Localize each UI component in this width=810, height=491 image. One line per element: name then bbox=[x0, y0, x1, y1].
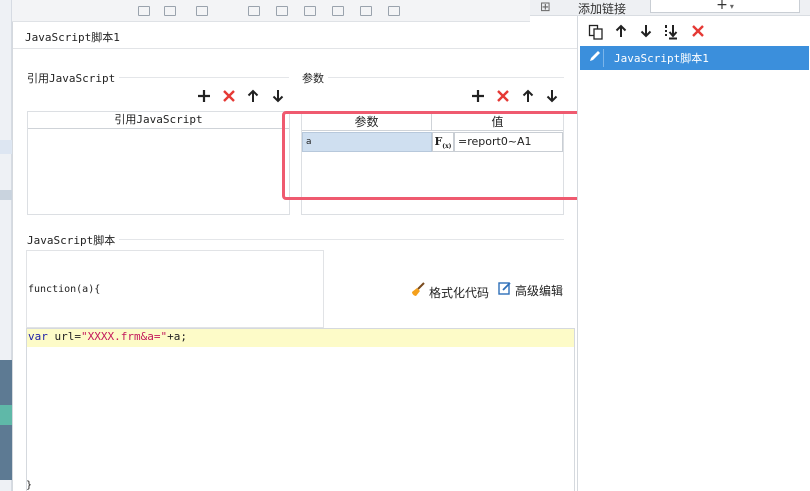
move-to-bottom-button[interactable] bbox=[663, 24, 679, 40]
script-section-label: JavaScript脚本 bbox=[27, 232, 120, 248]
move-reference-down-button[interactable] bbox=[270, 89, 286, 105]
code-tail: +a; bbox=[167, 330, 187, 343]
script-list-item-label: JavaScript脚本1 bbox=[614, 52, 709, 65]
arrow-down-icon bbox=[546, 90, 558, 103]
code-editor[interactable]: var url="XXXX.frm&a="+a; bbox=[26, 328, 575, 491]
move-parameter-up-button[interactable] bbox=[520, 89, 536, 105]
code-string: "XXXX.frm&a=" bbox=[81, 330, 168, 343]
arrow-up-icon bbox=[247, 89, 259, 102]
move-parameter-down-button[interactable] bbox=[544, 89, 560, 105]
references-section-label: 引用JavaScript bbox=[27, 70, 120, 86]
parameters-section-label: 参数 bbox=[302, 70, 328, 86]
grid-icon: ⊞ bbox=[540, 0, 551, 15]
delete-button[interactable] bbox=[690, 24, 706, 40]
copy-button[interactable] bbox=[588, 24, 604, 40]
background-left-strip bbox=[0, 0, 12, 491]
arrow-down-icon bbox=[640, 25, 652, 38]
add-link-label: 添加链接 bbox=[578, 2, 627, 16]
code-keyword: var bbox=[28, 330, 48, 343]
code-line: var url="XXXX.frm&a="+a; bbox=[27, 329, 574, 347]
advanced-edit-button[interactable]: 高级编辑 bbox=[498, 281, 563, 299]
edit-icon bbox=[498, 281, 512, 298]
background-toolbar bbox=[12, 0, 530, 22]
plus-icon bbox=[198, 90, 210, 102]
script-list-panel: JavaScript脚本1 bbox=[577, 16, 810, 491]
delete-x-icon bbox=[497, 90, 509, 102]
plus-icon: + bbox=[716, 0, 728, 13]
script-list-item[interactable]: JavaScript脚本1 bbox=[580, 46, 809, 70]
advanced-edit-label: 高级编辑 bbox=[515, 284, 564, 298]
move-down-button[interactable] bbox=[638, 24, 654, 40]
plus-icon bbox=[472, 90, 484, 102]
divider bbox=[302, 77, 564, 78]
move-reference-up-button[interactable] bbox=[245, 89, 261, 105]
format-code-label: 格式化代码 bbox=[429, 286, 490, 300]
arrow-up-icon bbox=[522, 89, 534, 102]
delete-parameter-button[interactable] bbox=[495, 89, 511, 105]
add-parameter-button[interactable] bbox=[470, 89, 486, 105]
code-identifier: url= bbox=[47, 330, 81, 343]
function-signature-box: function(a){ bbox=[26, 250, 324, 328]
closing-brace: } bbox=[26, 480, 33, 491]
arrow-up-icon bbox=[615, 24, 627, 37]
copy-icon bbox=[588, 24, 603, 40]
chevron-down-icon: ▾ bbox=[729, 2, 734, 11]
divider bbox=[13, 48, 578, 49]
function-signature: function(a){ bbox=[28, 284, 101, 295]
format-code-button[interactable]: 格式化代码 bbox=[410, 281, 489, 301]
pencil-icon bbox=[586, 49, 604, 67]
right-panel-header: ⊞ 添加链接 + ▾ bbox=[530, 0, 810, 16]
dialog-title: JavaScript脚本1 bbox=[25, 31, 120, 44]
delete-reference-button[interactable] bbox=[221, 89, 237, 105]
references-column-header: 引用JavaScript bbox=[28, 112, 289, 129]
delete-x-icon bbox=[223, 90, 235, 102]
broom-icon bbox=[410, 281, 426, 300]
annotation-highlight-box bbox=[282, 111, 604, 200]
arrow-down-icon bbox=[272, 90, 284, 103]
add-link-dropdown[interactable]: + ▾ bbox=[650, 0, 800, 13]
references-table[interactable]: 引用JavaScript bbox=[27, 111, 290, 215]
add-reference-button[interactable] bbox=[196, 89, 212, 105]
delete-x-icon bbox=[692, 25, 704, 37]
arrow-to-bottom-icon bbox=[665, 25, 678, 40]
javascript-dialog: JavaScript脚本1 引用JavaScript 引用JavaScript … bbox=[12, 22, 604, 491]
move-up-button[interactable] bbox=[613, 24, 629, 40]
